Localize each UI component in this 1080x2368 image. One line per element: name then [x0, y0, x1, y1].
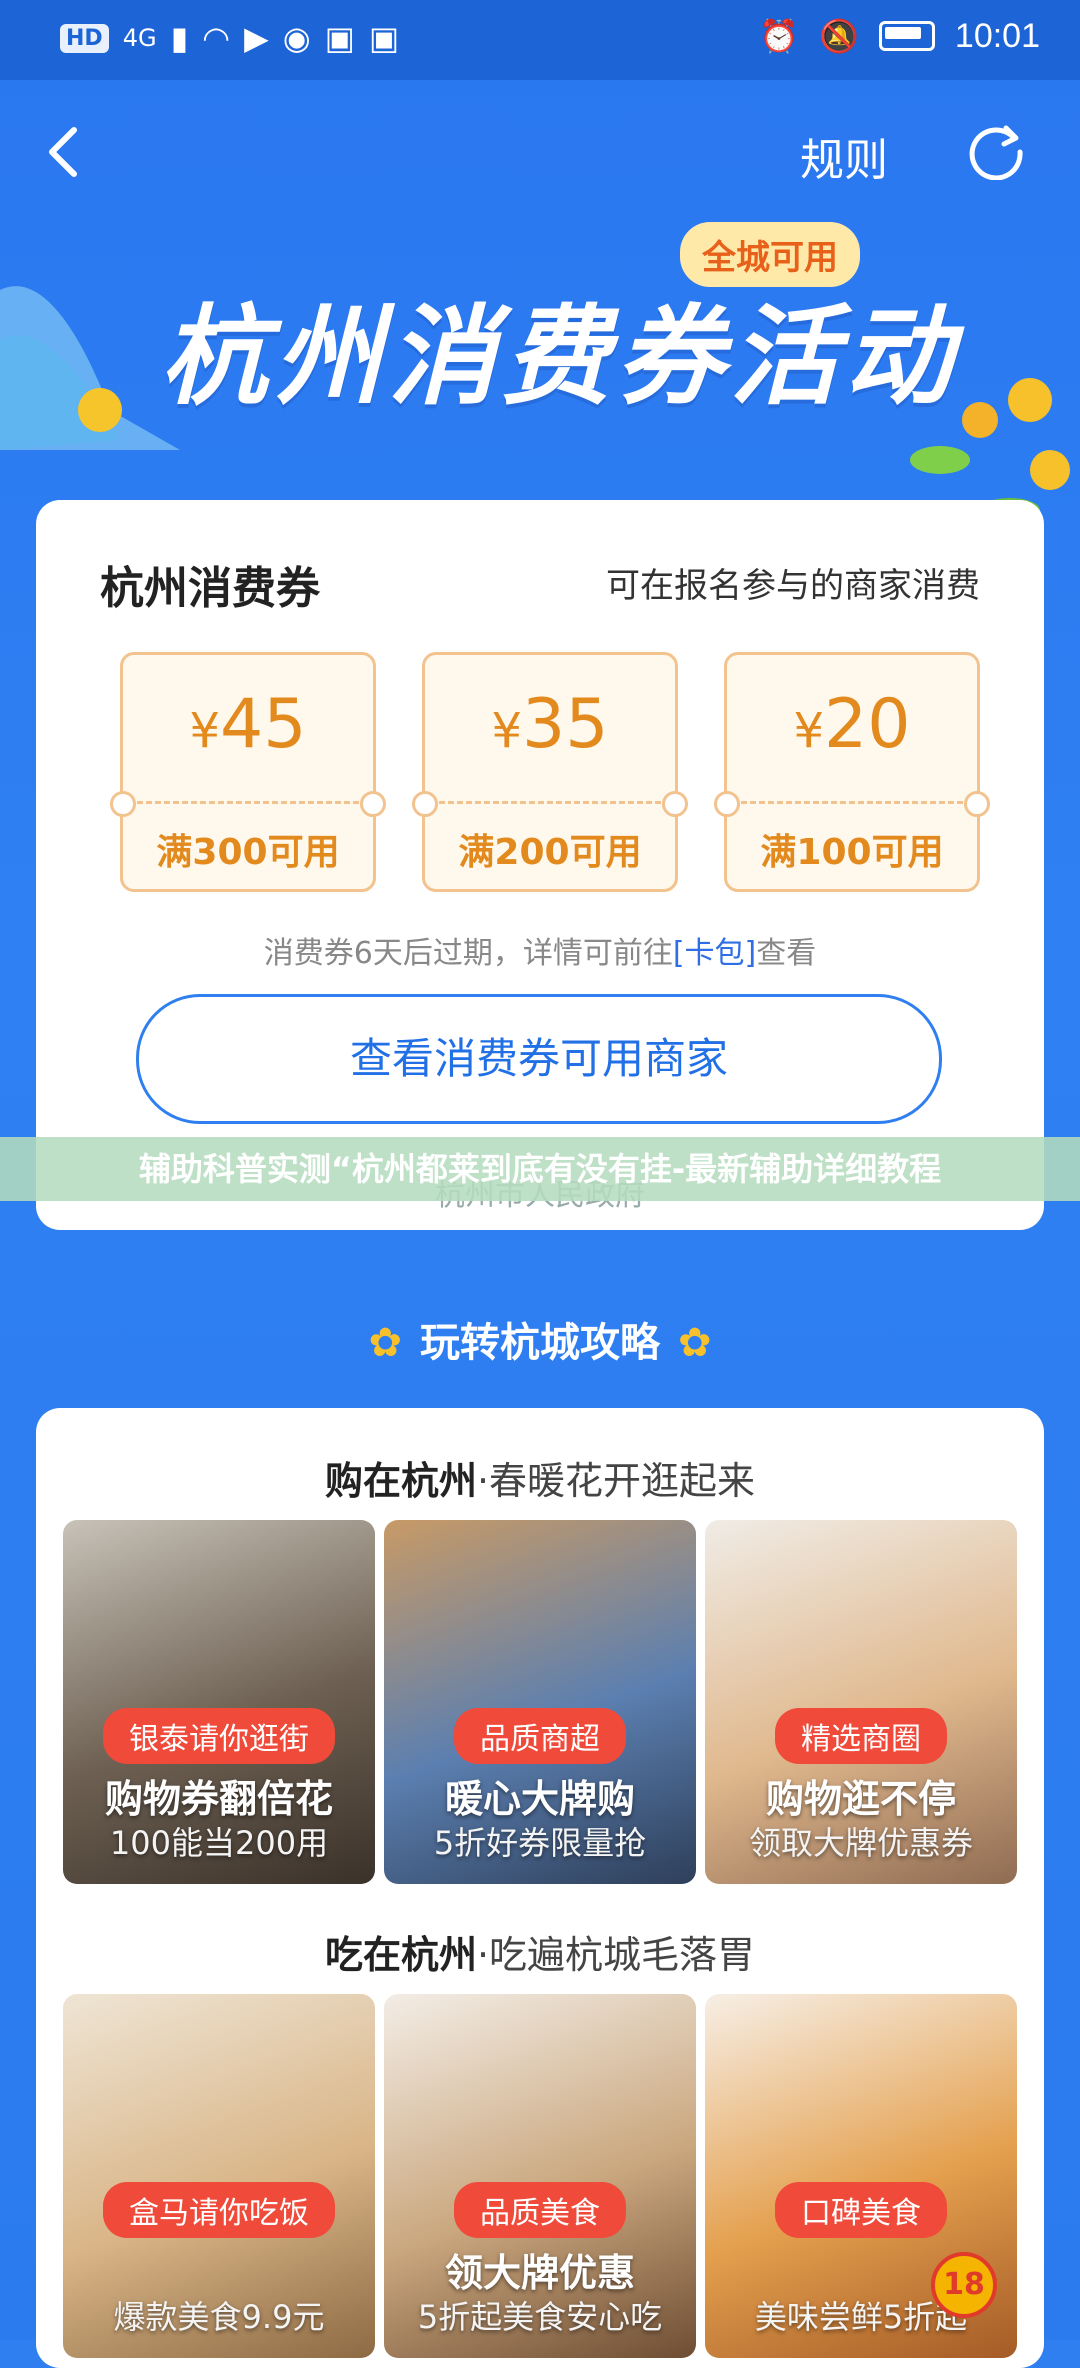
alarm-icon: ⏰ — [759, 17, 800, 55]
shop-tile[interactable]: 精选商圈 购物逛不停 领取大牌优惠券 — [705, 1520, 1017, 1884]
rules-link[interactable]: 规则 — [800, 124, 888, 188]
citywide-badge: 全城可用 — [680, 222, 860, 287]
guide-title: 玩转杭城攻略 — [420, 1320, 660, 1366]
currency-symbol: ¥ — [491, 703, 522, 759]
coupon-item[interactable]: ¥35 满200可用 — [412, 652, 688, 892]
status-bar: HD 4G ▮ ◠ ▶ ◉ ▣ ▣ ⏰ 🔕 10:01 — [0, 0, 1080, 80]
wifi-icon: ◠ — [202, 19, 231, 57]
currency-symbol: ¥ — [189, 703, 220, 759]
tile-tag: 精选商圈 — [775, 1708, 947, 1764]
clock: 10:01 — [954, 16, 1040, 55]
floating-badge[interactable]: 18 — [931, 2252, 997, 2318]
guide-title-row: ✿ 玩转杭城攻略 ✿ — [0, 1310, 1080, 1368]
expiry-text: 消费券6天后过期，详情可前往 — [263, 936, 673, 971]
netease-app-icon: ▣ — [368, 19, 400, 57]
refresh-button[interactable] — [966, 120, 1026, 181]
coupon-list: ¥45 满300可用 ¥35 满200可用 ¥20 满100可用 — [110, 652, 990, 892]
shop-tiles: 银泰请你逛街 购物券翻倍花 100能当200用 品质商超 暖心大牌购 5折好券限… — [63, 1520, 1017, 1884]
coupon-notch — [360, 791, 386, 817]
coupon-divider — [741, 801, 963, 804]
chevron-left-icon — [49, 127, 77, 177]
coupon-divider — [137, 801, 359, 804]
expiry-suffix: 查看 — [756, 936, 817, 971]
eat-tile[interactable]: 口碑美食 美味尝鲜5折起 18 — [705, 1994, 1017, 2358]
shop-tile[interactable]: 银泰请你逛街 购物券翻倍花 100能当200用 — [63, 1520, 375, 1884]
tile-title: 购物逛不停 — [765, 1777, 956, 1821]
video-icon: ▶ — [244, 19, 269, 57]
coupon-amount: 35 — [522, 685, 609, 764]
tile-subtitle: 爆款美食9.9元 — [113, 2298, 325, 2336]
coupon-card-title: 杭州消费券 — [100, 563, 320, 614]
guide-panel: 购在杭州·春暖花开逛起来 银泰请你逛街 购物券翻倍花 100能当200用 品质商… — [36, 1408, 1044, 2368]
coupon-card: 杭州消费券 可在报名参与的商家消费 ¥45 满300可用 ¥35 满200可用 … — [36, 500, 1044, 1230]
shop-section-heading: 购在杭州·春暖花开逛起来 — [36, 1450, 1044, 1505]
coupon-notch — [662, 791, 688, 817]
eat-tile[interactable]: 盒马请你吃饭 爆款美食9.9元 — [63, 1994, 375, 2358]
flower-icon: ✿ — [678, 1320, 712, 1366]
overlay-banner: 辅助科普实测“杭州都莱到底有没有挂-最新辅助详细教程 — [0, 1137, 1080, 1201]
flower-icon: ✿ — [368, 1320, 402, 1366]
tile-tag: 盒马请你吃饭 — [103, 2182, 335, 2238]
shop-tile[interactable]: 品质商超 暖心大牌购 5折好券限量抢 — [384, 1520, 696, 1884]
back-button[interactable] — [44, 122, 84, 182]
eat-tiles: 盒马请你吃饭 爆款美食9.9元 品质美食 领大牌优惠 5折起美食安心吃 口碑美食… — [63, 1994, 1017, 2358]
cellular-bars-icon: ▮ — [170, 19, 189, 57]
eat-heading-bold: 吃在杭州 — [324, 1933, 477, 1977]
coupon-condition: 满200可用 — [458, 832, 642, 873]
coupon-item[interactable]: ¥45 满300可用 — [110, 652, 386, 892]
campaign-title: 杭州消费券活动 — [160, 295, 959, 420]
currency-symbol: ¥ — [793, 703, 824, 759]
coupon-divider — [439, 801, 661, 804]
signal-icon: 4G — [122, 24, 157, 52]
coupon-item[interactable]: ¥20 满100可用 — [714, 652, 990, 892]
coupon-notch — [964, 791, 990, 817]
coupon-notch — [714, 791, 740, 817]
tile-title: 暖心大牌购 — [444, 1777, 635, 1821]
coupon-card-subtitle: 可在报名参与的商家消费 — [606, 566, 980, 606]
tile-subtitle: 5折好券限量抢 — [433, 1824, 647, 1862]
refresh-icon — [969, 125, 1023, 181]
shop-heading-bold: 购在杭州 — [324, 1459, 477, 1503]
coupon-notch — [110, 791, 136, 817]
tile-subtitle: 5折起美食安心吃 — [417, 2298, 663, 2336]
tile-title: 购物券翻倍花 — [104, 1777, 333, 1821]
tile-title: 领大牌优惠 — [444, 2251, 635, 2295]
shop-heading-rest: ·春暖花开逛起来 — [476, 1459, 756, 1503]
coupon-condition: 满100可用 — [760, 832, 944, 873]
wechat-icon: ◉ — [282, 19, 311, 57]
view-merchants-button[interactable]: 查看消费券可用商家 — [136, 994, 942, 1124]
tile-tag: 银泰请你逛街 — [103, 1708, 335, 1764]
battery-icon — [878, 21, 935, 51]
mute-icon: 🔕 — [819, 17, 859, 55]
coupon-amount: 45 — [220, 685, 307, 764]
card-wallet-link[interactable]: [卡包] — [673, 936, 756, 971]
tile-subtitle: 领取大牌优惠券 — [748, 1824, 973, 1862]
mic-app-icon: ▣ — [324, 19, 355, 57]
coupon-condition: 满300可用 — [156, 832, 340, 873]
expiry-note: 消费券6天后过期，详情可前往[卡包]查看 — [36, 928, 1044, 972]
tile-tag: 品质美食 — [454, 2182, 626, 2238]
tile-tag: 品质商超 — [454, 1708, 626, 1764]
coupon-amount: 20 — [824, 685, 911, 764]
eat-tile[interactable]: 品质美食 领大牌优惠 5折起美食安心吃 — [384, 1994, 696, 2358]
eat-section-heading: 吃在杭州·吃遍杭城毛落胃 — [36, 1924, 1044, 1979]
coupon-notch — [412, 791, 438, 817]
hd-indicator: HD — [60, 23, 109, 53]
eat-heading-rest: ·吃遍杭城毛落胃 — [476, 1933, 756, 1977]
tile-subtitle: 100能当200用 — [109, 1824, 329, 1862]
tile-tag: 口碑美食 — [775, 2182, 947, 2238]
